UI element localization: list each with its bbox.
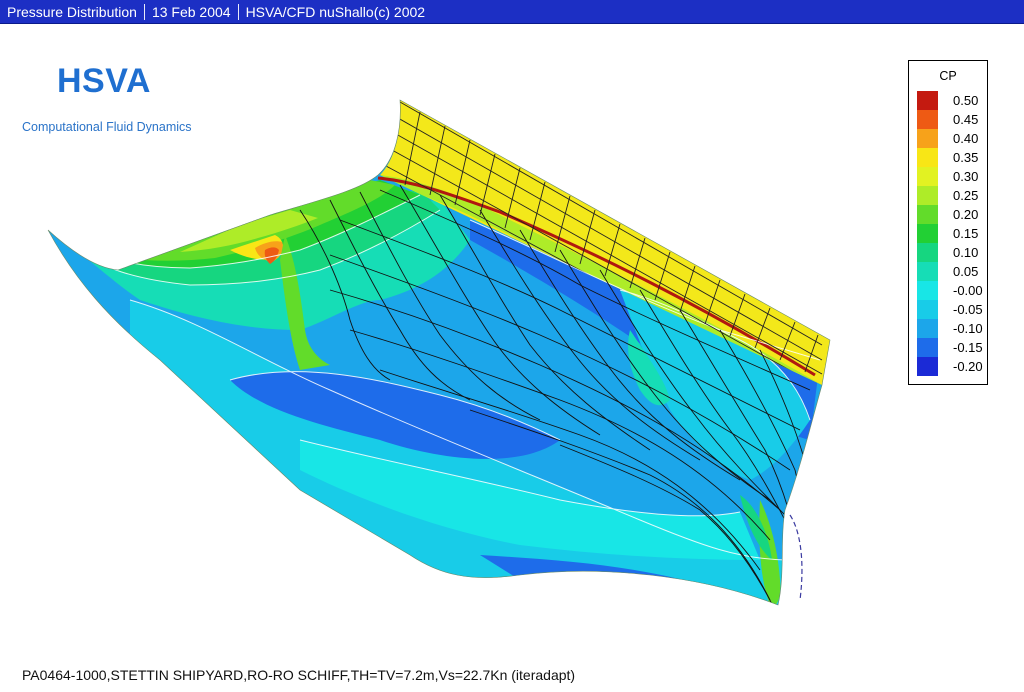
- hull-pressure-plot: [47, 99, 831, 606]
- hull-surface: [48, 100, 830, 605]
- legend-label: 0.50: [953, 93, 979, 108]
- legend-label: 0.20: [953, 207, 979, 222]
- title-separator: [237, 3, 239, 20]
- legend-swatch: [917, 300, 938, 319]
- legend-label: -0.05: [953, 302, 983, 317]
- legend-label: 0.25: [953, 188, 979, 203]
- legend-label: -0.20: [953, 359, 983, 374]
- legend-swatch: [917, 205, 938, 224]
- title-segment-plot: Pressure Distribution: [7, 3, 137, 20]
- legend-label: 0.45: [953, 112, 979, 127]
- legend-swatch: [917, 148, 938, 167]
- legend-label: 0.35: [953, 150, 979, 165]
- title-segment-software: HSVA/CFD nuShallo(c) 2002: [245, 3, 426, 20]
- legend-swatch: [917, 167, 938, 186]
- legend-label: 0.40: [953, 131, 979, 146]
- title-segment-date: 13 Feb 2004: [151, 3, 231, 20]
- legend-swatch: [917, 110, 938, 129]
- legend-swatch: [917, 357, 938, 376]
- title-bar: Pressure Distribution 13 Feb 2004 HSVA/C…: [0, 0, 1024, 24]
- legend-label: -0.00: [953, 283, 983, 298]
- legend-swatch: [917, 91, 938, 110]
- legend-label: 0.15: [953, 226, 979, 241]
- legend-swatch: [917, 186, 938, 205]
- legend-label: 0.30: [953, 169, 979, 184]
- legend-swatch: [917, 281, 938, 300]
- legend-swatch: [917, 319, 938, 338]
- legend-label: -0.15: [953, 340, 983, 355]
- legend-swatch: [917, 224, 938, 243]
- run-description: PA0464-1000,STETTIN SHIPYARD,RO-RO SCHIF…: [22, 667, 576, 683]
- legend-label: 0.05: [953, 264, 979, 279]
- legend-swatch: [917, 129, 938, 148]
- title-separator: [143, 3, 145, 20]
- legend-swatch: [917, 243, 938, 262]
- legend-swatch: [917, 338, 938, 357]
- stern-profile: [789, 514, 803, 601]
- cp-legend: CP 0.50 0.45 0.40 0.35 0.30 0.25 0.20 0.15 0.10 0…: [908, 60, 988, 385]
- legend-title: CP: [939, 69, 957, 83]
- legend-swatch: [917, 262, 938, 281]
- legend-label: 0.10: [953, 245, 979, 260]
- legend-label: -0.10: [953, 321, 983, 336]
